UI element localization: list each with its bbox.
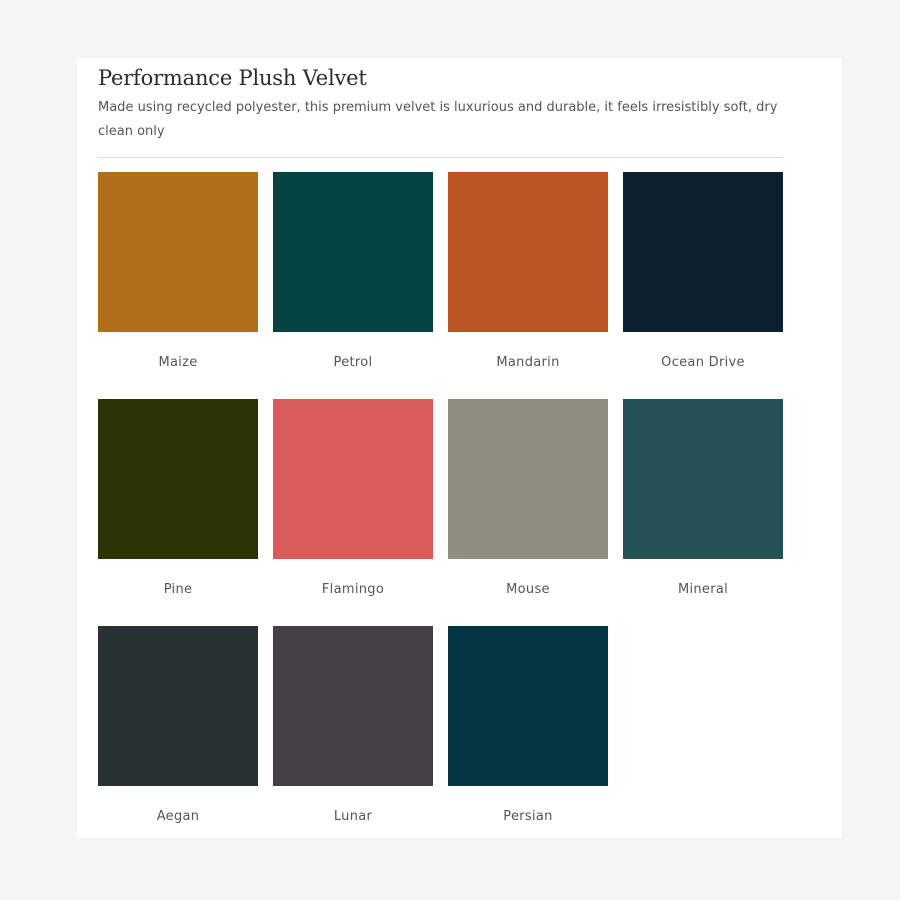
swatch-color[interactable] xyxy=(98,626,258,786)
swatch-color[interactable] xyxy=(448,626,608,786)
swatch-color[interactable] xyxy=(273,626,433,786)
swatch-color[interactable] xyxy=(273,399,433,559)
swatch-label: Pine xyxy=(163,582,193,597)
swatch-flamingo[interactable]: Flamingo xyxy=(273,399,433,626)
swatch-label: Mineral xyxy=(677,582,729,597)
swatch-grid: Maize Petrol Mandarin Ocean Drive Pine F… xyxy=(98,172,783,853)
swatch-color[interactable] xyxy=(623,399,783,559)
swatch-mouse[interactable]: Mouse xyxy=(448,399,608,626)
divider xyxy=(98,157,783,158)
swatch-label: Petrol xyxy=(333,355,373,370)
swatch-color[interactable] xyxy=(448,172,608,332)
swatch-color[interactable] xyxy=(98,399,258,559)
swatch-label: Flamingo xyxy=(321,582,385,597)
swatch-ocean-drive[interactable]: Ocean Drive xyxy=(623,172,783,399)
swatch-persian[interactable]: Persian xyxy=(448,626,608,853)
swatch-color[interactable] xyxy=(98,172,258,332)
swatch-label: Maize xyxy=(158,355,198,370)
swatch-pine[interactable]: Pine xyxy=(98,399,258,626)
swatch-label: Mouse xyxy=(506,582,550,597)
swatch-label: Ocean Drive xyxy=(661,355,745,370)
swatch-color[interactable] xyxy=(623,172,783,332)
swatch-label: Lunar xyxy=(333,809,373,824)
page-title: Performance Plush Velvet xyxy=(98,66,367,90)
swatch-maize[interactable]: Maize xyxy=(98,172,258,399)
product-description: Made using recycled polyester, this prem… xyxy=(98,100,778,139)
swatch-label: Mandarin xyxy=(496,355,560,370)
swatch-label: Persian xyxy=(503,809,553,824)
swatch-color[interactable] xyxy=(448,399,608,559)
swatch-mineral[interactable]: Mineral xyxy=(623,399,783,626)
swatch-mandarin[interactable]: Mandarin xyxy=(448,172,608,399)
swatch-color[interactable] xyxy=(273,172,433,332)
swatch-petrol[interactable]: Petrol xyxy=(273,172,433,399)
swatch-lunar[interactable]: Lunar xyxy=(273,626,433,853)
swatch-aegan[interactable]: Aegan xyxy=(98,626,258,853)
swatch-label: Aegan xyxy=(156,809,200,824)
product-card: Performance Plush Velvet Made using recy… xyxy=(77,58,842,838)
